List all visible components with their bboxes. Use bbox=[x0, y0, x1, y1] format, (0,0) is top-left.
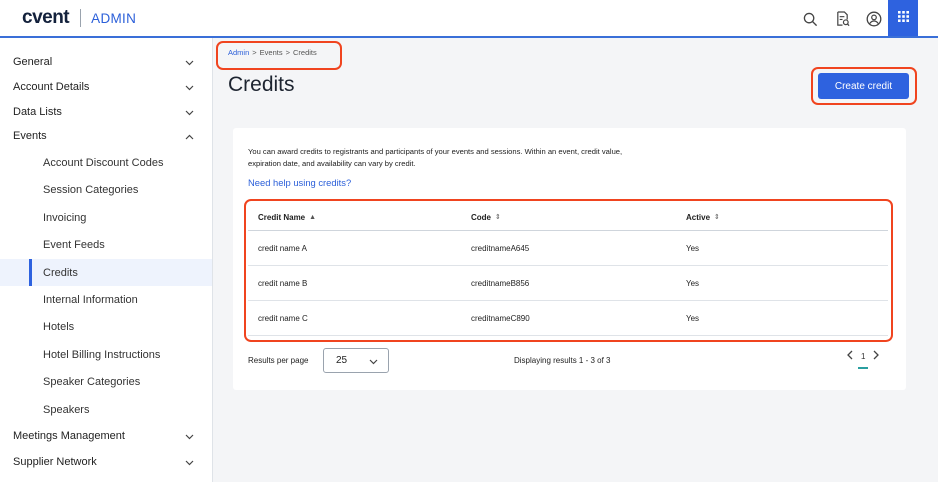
chevron-down-icon bbox=[185, 107, 194, 119]
sidebar-item-speaker-categories[interactable]: Speaker Categories bbox=[0, 368, 212, 395]
cell-active: Yes bbox=[686, 278, 700, 288]
breadcrumb-separator: > bbox=[252, 48, 257, 57]
next-page-icon[interactable] bbox=[873, 350, 880, 363]
chevron-up-icon bbox=[185, 131, 194, 143]
sidebar-item-label: Credits bbox=[43, 266, 78, 279]
page-title: Credits bbox=[228, 73, 295, 96]
top-bar: cvent ADMIN bbox=[0, 0, 938, 38]
table-row[interactable]: credit name B creditnameB856 Yes bbox=[248, 266, 888, 301]
column-header-code[interactable]: Code ⇕ bbox=[471, 204, 501, 230]
results-count: Displaying results 1 - 3 of 3 bbox=[514, 356, 611, 365]
chevron-down-icon bbox=[185, 82, 194, 94]
sidebar-nav: General Account Details Data Lists Event… bbox=[0, 38, 213, 482]
apps-grid-icon bbox=[897, 9, 909, 27]
intro-text: You can award credits to registrants and… bbox=[248, 147, 623, 168]
sidebar-item-supplier-network[interactable]: Supplier Network bbox=[0, 448, 212, 475]
create-credit-button[interactable]: Create credit bbox=[818, 73, 909, 99]
cell-credit-name: credit name C bbox=[258, 313, 308, 323]
sidebar-item-label: Data Lists bbox=[13, 105, 62, 118]
sidebar-item-label: Internal Information bbox=[43, 293, 138, 306]
sidebar-item-hotels[interactable]: Hotels bbox=[0, 313, 212, 340]
sidebar-item-events[interactable]: Events bbox=[0, 122, 212, 149]
chevron-down-icon bbox=[185, 457, 194, 469]
sidebar-item-session-categories[interactable]: Session Categories bbox=[0, 176, 212, 203]
sidebar-item-label: Meetings Management bbox=[13, 429, 125, 442]
sidebar-item-label: General bbox=[13, 55, 53, 68]
column-label: Credit Name bbox=[258, 212, 306, 222]
cell-code: creditnameC890 bbox=[471, 313, 530, 323]
breadcrumb-admin[interactable]: Admin bbox=[228, 48, 249, 57]
breadcrumb-separator: > bbox=[285, 48, 290, 57]
cell-active: Yes bbox=[686, 243, 700, 253]
chevron-down-icon bbox=[185, 431, 194, 443]
results-per-page-label: Results per page bbox=[248, 356, 309, 365]
sidebar-item-hotel-billing-instructions[interactable]: Hotel Billing Instructions bbox=[0, 341, 212, 368]
sidebar-item-account-details[interactable]: Account Details bbox=[0, 73, 212, 100]
column-label: Active bbox=[686, 212, 711, 222]
column-label: Code bbox=[471, 212, 491, 222]
breadcrumb-events[interactable]: Events bbox=[260, 48, 283, 57]
cell-code: creditnameA645 bbox=[471, 243, 530, 253]
sidebar-item-invoicing[interactable]: Invoicing bbox=[0, 204, 212, 231]
sidebar-item-credits[interactable]: Credits bbox=[0, 259, 212, 286]
help-link[interactable]: Need help using credits? bbox=[248, 177, 351, 188]
sidebar-item-label: Events bbox=[13, 129, 47, 142]
sort-icon: ⇕ bbox=[495, 214, 501, 221]
table-footer: Results per page 25 Displaying results 1… bbox=[248, 348, 893, 374]
cvent-logo: cvent bbox=[22, 7, 70, 28]
sidebar-item-label: Supplier Network bbox=[13, 455, 97, 468]
sidebar-item-label: Hotel Billing Instructions bbox=[43, 348, 161, 361]
top-icons bbox=[800, 9, 884, 29]
previous-page-icon[interactable] bbox=[846, 350, 853, 363]
sidebar-item-label: Invoicing bbox=[43, 211, 87, 224]
search-icon[interactable] bbox=[800, 9, 820, 29]
breadcrumb: Admin > Events > Credits bbox=[228, 48, 317, 57]
breadcrumb-credits: Credits bbox=[292, 48, 317, 57]
credits-card: You can award credits to registrants and… bbox=[233, 128, 906, 390]
sidebar-item-account-discount-codes[interactable]: Account Discount Codes bbox=[0, 149, 212, 176]
current-page[interactable]: 1 bbox=[857, 352, 870, 369]
admin-label: ADMIN bbox=[91, 10, 137, 26]
table-header: Credit Name ▲ Code ⇕ Active ⇕ bbox=[248, 204, 888, 231]
sidebar-item-label: Speaker Categories bbox=[43, 375, 141, 388]
column-header-credit-name[interactable]: Credit Name ▲ bbox=[258, 204, 316, 230]
user-account-icon[interactable] bbox=[864, 9, 884, 29]
chevron-down-icon bbox=[369, 357, 378, 368]
cell-active: Yes bbox=[686, 313, 700, 323]
sidebar-item-label: Event Feeds bbox=[43, 238, 105, 251]
chevron-down-icon bbox=[185, 57, 194, 69]
brand[interactable]: cvent ADMIN bbox=[22, 7, 137, 28]
sort-ascending-icon: ▲ bbox=[309, 213, 317, 221]
sidebar-item-internal-information[interactable]: Internal Information bbox=[0, 286, 212, 313]
sidebar-item-meetings-management[interactable]: Meetings Management bbox=[0, 422, 212, 449]
sidebar-item-label: Session Categories bbox=[43, 183, 139, 196]
table-row[interactable]: credit name A creditnameA645 Yes bbox=[248, 231, 888, 266]
sidebar-item-event-feeds[interactable]: Event Feeds bbox=[0, 231, 212, 258]
sidebar-item-data-lists[interactable]: Data Lists bbox=[0, 98, 212, 125]
cell-credit-name: credit name A bbox=[258, 243, 307, 253]
sidebar-item-speakers[interactable]: Speakers bbox=[0, 396, 212, 423]
results-per-page-select[interactable]: 25 bbox=[323, 348, 389, 373]
column-header-active[interactable]: Active ⇕ bbox=[686, 204, 720, 230]
sidebar-item-label: Account Details bbox=[13, 80, 90, 93]
cell-code: creditnameB856 bbox=[471, 278, 530, 288]
sidebar-item-general[interactable]: General bbox=[0, 48, 212, 75]
sort-icon: ⇕ bbox=[714, 214, 720, 221]
apps-grid-button[interactable] bbox=[888, 0, 918, 36]
table-row[interactable]: credit name C creditnameC890 Yes bbox=[248, 301, 888, 336]
brand-divider bbox=[80, 9, 82, 27]
sidebar-item-label: Hotels bbox=[43, 320, 75, 333]
pagination: 1 bbox=[846, 350, 880, 369]
sidebar-item-label: Speakers bbox=[43, 403, 90, 416]
sidebar-item-label: Account Discount Codes bbox=[43, 156, 164, 169]
document-search-icon[interactable] bbox=[832, 9, 852, 29]
cell-credit-name: credit name B bbox=[258, 278, 308, 288]
results-per-page-value: 25 bbox=[336, 355, 348, 366]
